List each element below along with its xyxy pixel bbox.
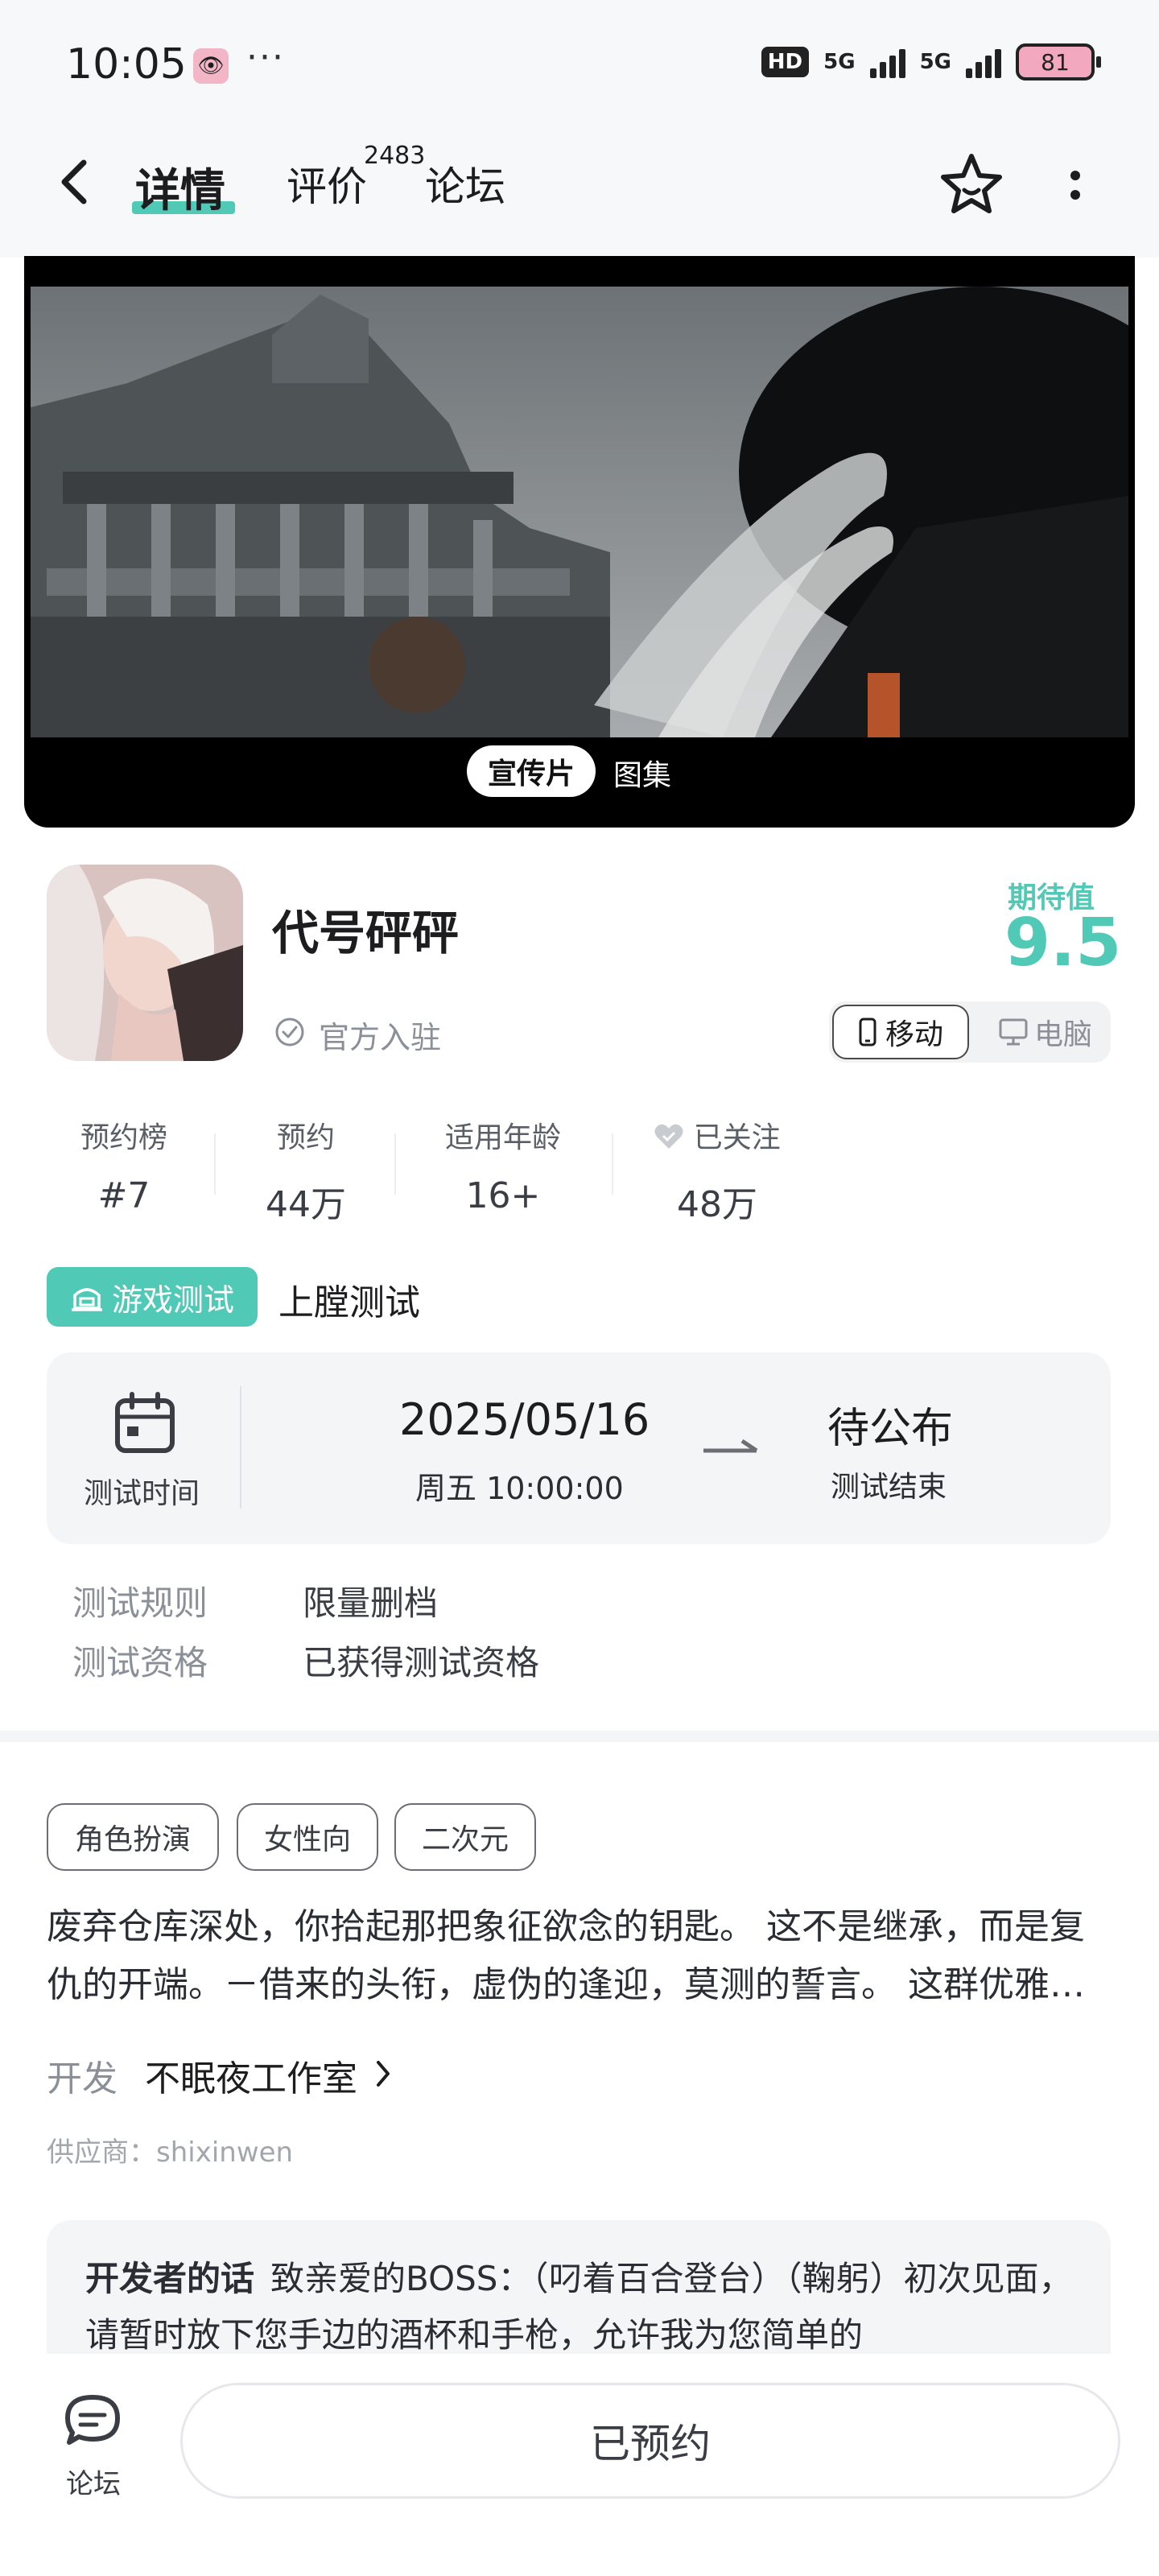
- phone-icon: [859, 1018, 876, 1046]
- test-start-time: 周五 10:00:00: [415, 1471, 624, 1506]
- divider: [214, 1133, 216, 1195]
- network-label-1: 5G: [823, 50, 856, 74]
- stat-reservations: 预约 44万: [256, 1114, 356, 1227]
- stat-value: 44万: [266, 1184, 346, 1225]
- back-arrow-icon[interactable]: [58, 158, 90, 206]
- banner-tab-gallery[interactable]: 图集: [613, 752, 671, 794]
- status-time: 10:05: [66, 40, 187, 89]
- test-start-date: 2025/05/16: [399, 1394, 650, 1445]
- verified-check-icon: [275, 1018, 304, 1046]
- status-indicators: HD 5G 5G 81: [761, 43, 1101, 80]
- developer-link[interactable]: 不眠夜工作室: [145, 2050, 357, 2101]
- tab-detail[interactable]: 详情: [135, 155, 225, 220]
- developer-note-title: 开发者的话: [85, 2259, 255, 2298]
- divider: [240, 1386, 241, 1509]
- rule-label: 测试规则: [72, 1583, 208, 1623]
- platform-pc-button[interactable]: 电脑: [985, 1005, 1106, 1059]
- banner-tab-video[interactable]: 宣传片: [467, 745, 596, 797]
- stat-label: 已关注: [649, 1114, 786, 1156]
- game-title: 代号砰砰: [272, 906, 460, 960]
- test-end-label: 测试结束: [831, 1471, 947, 1504]
- test-badge-icon: [71, 1288, 102, 1311]
- test-time-label: 测试时间: [84, 1477, 200, 1510]
- divider: [394, 1133, 396, 1195]
- stat-reserve-rank[interactable]: 预约榜 #7: [74, 1114, 174, 1216]
- tab-review[interactable]: 评价: [287, 155, 367, 213]
- forum-chat-icon[interactable]: [63, 2392, 122, 2449]
- tag-female-oriented[interactable]: 女性向: [237, 1803, 378, 1871]
- eligibility-label: 测试资格: [72, 1643, 208, 1682]
- test-type: 上膛测试: [278, 1282, 420, 1323]
- favorite-star-icon[interactable]: [937, 150, 1006, 219]
- platform-pc-label: 电脑: [1033, 1018, 1092, 1051]
- tag-role-playing[interactable]: 角色扮演: [47, 1803, 219, 1871]
- test-end-value: 待公布: [827, 1405, 954, 1453]
- divider: [612, 1133, 613, 1195]
- reserved-button[interactable]: 已预约: [180, 2383, 1120, 2499]
- chevron-right-icon[interactable]: [373, 2058, 393, 2090]
- stat-label: 预约榜: [80, 1121, 167, 1154]
- game-app-icon: [47, 865, 243, 1061]
- platform-mobile-label: 移动: [885, 1018, 943, 1051]
- hd-badge: HD: [761, 47, 810, 77]
- stat-age-rating: 适用年龄 16+: [435, 1114, 571, 1216]
- promo-video-thumbnail[interactable]: [31, 287, 1128, 737]
- stat-label: 预约: [276, 1121, 335, 1154]
- game-test-chip: 游戏测试: [47, 1267, 258, 1327]
- signal-icon-2: [966, 46, 1001, 78]
- network-label-2: 5G: [919, 50, 951, 74]
- expectation-score: 9.5: [1004, 905, 1122, 981]
- supplier-label: 供应商：shixinwen: [47, 2136, 294, 2169]
- stat-followers[interactable]: 已关注 48万: [649, 1114, 786, 1227]
- stat-value: 48万: [677, 1184, 757, 1225]
- monitor-icon: [999, 1018, 1028, 1046]
- stat-value: #7: [97, 1175, 151, 1216]
- more-options-icon[interactable]: [1061, 161, 1090, 209]
- eligibility-value: 已获得测试资格: [303, 1643, 540, 1682]
- media-banner[interactable]: [24, 256, 1135, 828]
- section-divider: [0, 1731, 1159, 1742]
- tag-anime[interactable]: 二次元: [394, 1803, 536, 1871]
- calendar-icon: [115, 1392, 175, 1453]
- more-notifications-icon: ···: [246, 37, 285, 78]
- notification-app-icon: 👁: [193, 48, 229, 84]
- tab-forum[interactable]: 论坛: [425, 155, 505, 213]
- developer-note: 开发者的话 致亲爱的BOSS：（叼着百合登台）（鞠躬）初次见面，请暂时放下您手边的…: [85, 2251, 1075, 2363]
- followers-label: 已关注: [693, 1121, 781, 1154]
- test-chip-label: 游戏测试: [111, 1282, 234, 1318]
- arrow-right-icon: [703, 1439, 758, 1453]
- battery-icon: 81: [1016, 43, 1101, 80]
- platform-mobile-button[interactable]: 移动: [832, 1005, 969, 1059]
- heart-icon: [654, 1124, 683, 1149]
- developer-label: 开发: [47, 2058, 118, 2099]
- game-description[interactable]: 废弃仓库深处，你拾起那把象征欲念的钥匙。 这不是继承，而是复仇的开端。－借来的头…: [47, 1898, 1117, 2014]
- review-count-badge: 2483: [364, 142, 426, 170]
- stat-label: 适用年龄: [444, 1121, 561, 1154]
- rule-value: 限量删档: [303, 1583, 439, 1623]
- stat-value: 16+: [465, 1175, 541, 1216]
- signal-icon-1: [869, 46, 905, 78]
- forum-label[interactable]: 论坛: [66, 2462, 121, 2501]
- verified-label: 官方入驻: [319, 1020, 442, 1055]
